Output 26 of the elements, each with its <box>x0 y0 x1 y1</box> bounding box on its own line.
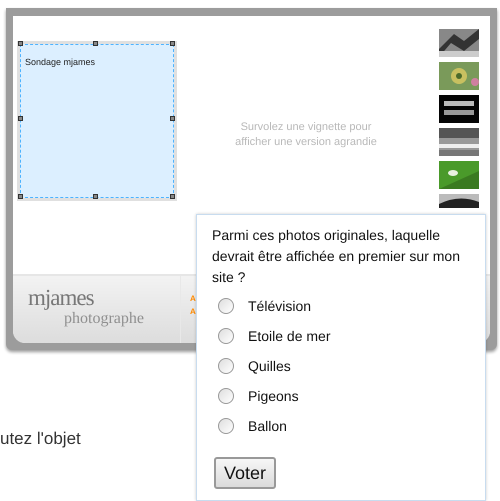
option-label: Etoile de mer <box>248 326 330 346</box>
radio-button[interactable] <box>218 358 234 374</box>
resize-handle[interactable] <box>93 41 98 46</box>
resize-handle[interactable] <box>170 116 175 121</box>
logo-tagline: photographe <box>63 310 145 328</box>
logo-text: mjames <box>28 286 95 310</box>
option-label: Ballon <box>248 416 287 436</box>
radio-button[interactable] <box>218 418 234 434</box>
option-label: Télévision <box>248 296 312 316</box>
radio-button[interactable] <box>218 328 234 344</box>
resize-handle[interactable] <box>170 41 175 46</box>
radio-button[interactable] <box>218 388 234 404</box>
poll-question: Parmi ces photos originales, laquelle devrait être affichée en premier sur mon site ? <box>212 226 461 287</box>
box-title: Sondage mjames <box>25 57 96 67</box>
option-label: Quilles <box>248 356 291 376</box>
body-text: utez l'objet <box>0 428 81 450</box>
vote-button[interactable]: Voter <box>214 457 276 489</box>
radio-button[interactable] <box>218 298 234 314</box>
option-label: Pigeons <box>248 386 299 406</box>
resize-handle[interactable] <box>18 41 23 46</box>
resize-handle[interactable] <box>18 116 23 121</box>
gallery-hint: Survolez une vignette pour afficher une version agrandie <box>234 120 378 150</box>
resize-handle[interactable] <box>170 194 175 199</box>
resize-handle[interactable] <box>93 194 98 199</box>
resize-handle[interactable] <box>18 194 23 199</box>
selection-box[interactable]: Sondage mjames <box>20 44 174 198</box>
